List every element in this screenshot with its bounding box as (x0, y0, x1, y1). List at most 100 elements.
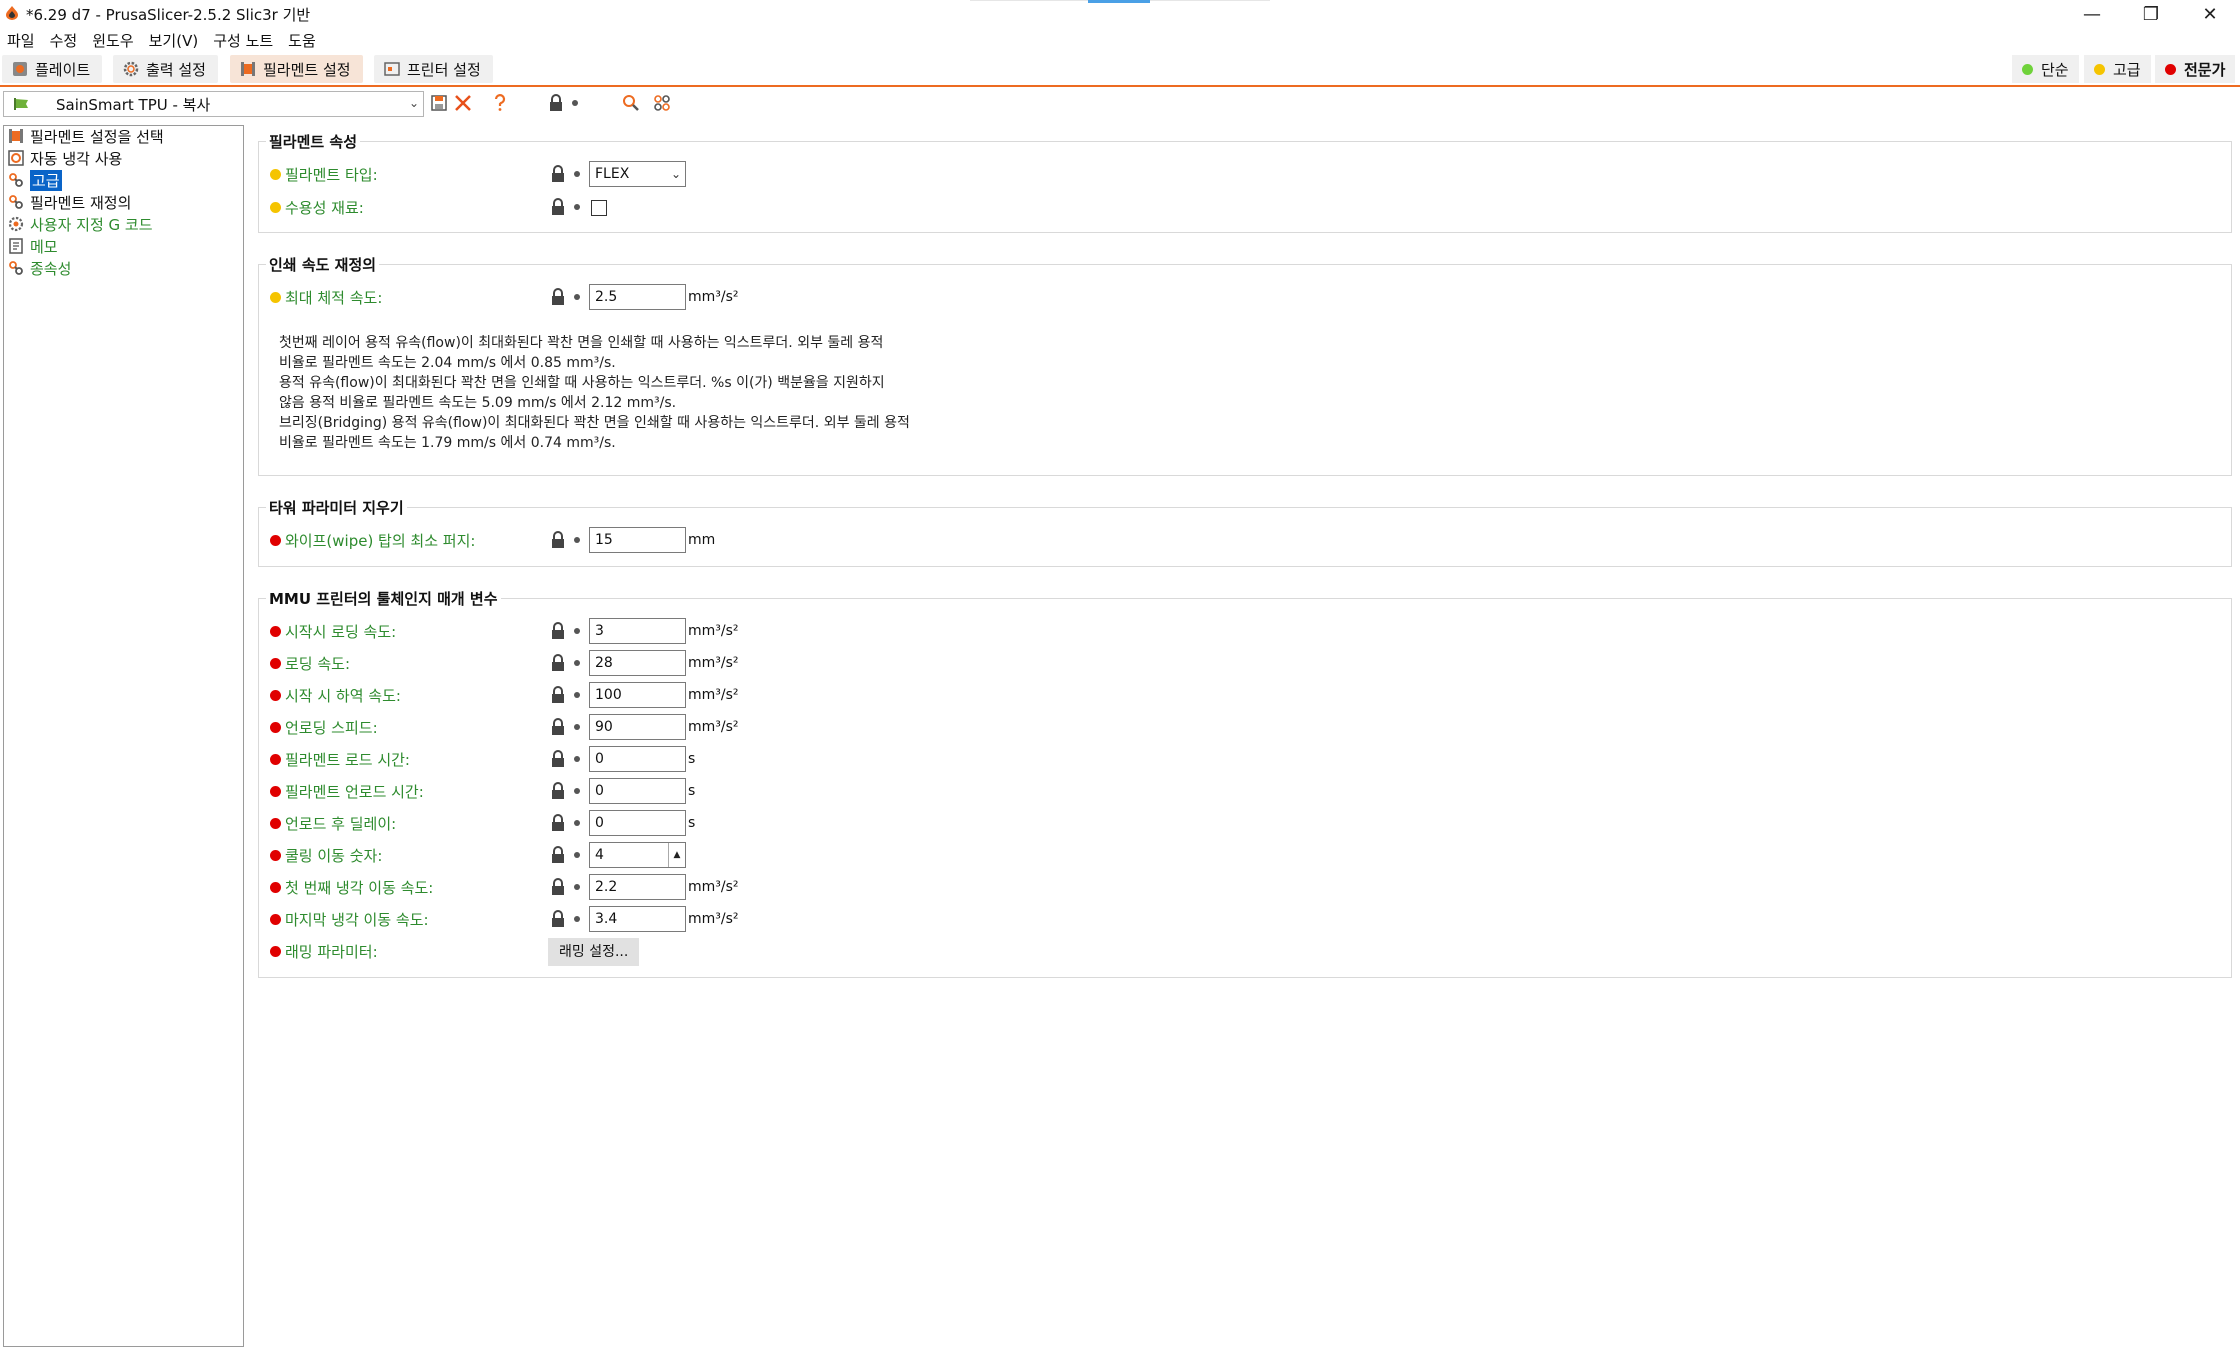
lock-icon[interactable] (550, 814, 566, 832)
tree-item-filament[interactable]: 필라멘트 설정을 선택 (8, 126, 164, 146)
option-label: 필라멘트 언로드 시간: (285, 782, 424, 801)
tree-item-label: 종속성 (30, 259, 72, 278)
delete-icon (455, 95, 471, 111)
lock-icon[interactable] (550, 622, 566, 640)
system-value-dot[interactable] (574, 294, 580, 300)
loading-speed-input[interactable]: 28 (589, 650, 686, 676)
lock-icon[interactable] (550, 782, 566, 800)
tree-item-filament-overrides[interactable]: 필라멘트 재정의 (8, 192, 131, 212)
mode-simple-dot (2022, 63, 2033, 75)
system-value-dot[interactable] (574, 537, 580, 543)
spool-icon (241, 62, 255, 76)
lock-icon[interactable] (550, 910, 566, 928)
unload-time-input[interactable]: 0 (589, 778, 686, 804)
lock-icon[interactable] (550, 846, 566, 864)
load-time-input[interactable]: 0 (589, 746, 686, 772)
preset-name: SainSmart TPU - 복사 (56, 95, 211, 114)
final-cooling-speed-input[interactable]: 3.4 (589, 906, 686, 932)
question-icon (494, 94, 506, 111)
lock-icon[interactable] (550, 718, 566, 736)
option-label: 언로드 후 딜레이: (285, 814, 397, 833)
system-value-dot[interactable] (574, 788, 580, 794)
lock-icon[interactable] (550, 878, 566, 896)
tab-print-settings[interactable]: 출력 설정 (113, 55, 218, 83)
field-value: 100 (595, 687, 622, 703)
filament-type-select[interactable]: FLEX ⌄ (589, 161, 686, 187)
soluble-checkbox[interactable] (591, 200, 607, 216)
tree-item-custom-gcode[interactable]: 사용자 지정 G 코드 (8, 214, 153, 234)
unloading-speed-input[interactable]: 90 (589, 714, 686, 740)
search-button[interactable] (620, 92, 642, 114)
tab-filament-settings[interactable]: 필라멘트 설정 (230, 55, 363, 83)
lock-icon[interactable] (550, 198, 566, 216)
field-value: 3.4 (595, 911, 618, 927)
lock-icon[interactable] (550, 165, 566, 183)
system-value-dot-button[interactable] (564, 92, 586, 114)
system-value-dot[interactable] (574, 724, 580, 730)
tab-plater[interactable]: 플레이트 (2, 55, 103, 83)
unit-label: mm³/s² (688, 623, 739, 639)
lock-icon[interactable] (550, 750, 566, 768)
system-value-dot[interactable] (574, 171, 580, 177)
menu-edit[interactable]: 수정 (43, 28, 86, 52)
help-button[interactable] (489, 92, 511, 114)
lock-icon[interactable] (550, 686, 566, 704)
system-value-dot[interactable] (574, 204, 580, 210)
maximize-button[interactable]: ❐ (2122, 0, 2180, 28)
tree-item-notes[interactable]: 메모 (8, 236, 58, 256)
lock-icon[interactable] (550, 531, 566, 549)
mode-expert-label: 전문가 (2184, 60, 2226, 79)
mode-expert-button[interactable]: 전문가 (2155, 55, 2236, 83)
menu-view[interactable]: 보기(V) (142, 28, 207, 52)
delete-preset-button[interactable] (452, 92, 474, 114)
save-preset-button[interactable] (428, 92, 450, 114)
loading-speed-start-input[interactable]: 3 (589, 618, 686, 644)
spool-icon (9, 129, 23, 143)
option-label: 마지막 냉각 이동 속도: (285, 910, 429, 929)
max-volumetric-speed-input[interactable]: 2.5 (589, 284, 686, 310)
min-purge-input[interactable]: 15 (589, 527, 686, 553)
menu-file[interactable]: 파일 (0, 28, 43, 52)
lock-icon[interactable] (550, 288, 566, 306)
system-value-dot[interactable] (574, 916, 580, 922)
preset-combo[interactable]: SainSmart TPU - 복사 ⌄ (3, 91, 424, 117)
minimize-button[interactable]: — (2063, 0, 2121, 28)
system-value-dot[interactable] (574, 692, 580, 698)
option-max-volumetric-speed: 최대 체적 속도: (270, 284, 382, 310)
system-value-dot[interactable] (574, 660, 580, 666)
menu-help[interactable]: 도움 (281, 28, 324, 52)
close-button[interactable]: ✕ (2181, 0, 2239, 28)
first-cooling-speed-input[interactable]: 2.2 (589, 874, 686, 900)
mode-advanced-button[interactable]: 고급 (2084, 55, 2151, 83)
unloading-speed-start-input[interactable]: 100 (589, 682, 686, 708)
tree-item-dependencies[interactable]: 종속성 (8, 258, 71, 278)
system-value-dot[interactable] (574, 756, 580, 762)
ramming-settings-button[interactable]: 래밍 설정... (548, 938, 640, 966)
system-value-dot[interactable] (574, 628, 580, 634)
expert-mode-dot (270, 913, 281, 925)
unit-label: mm³/s² (688, 879, 739, 895)
system-value-dot[interactable] (574, 820, 580, 826)
search-icon (623, 95, 639, 111)
max-volumetric-speed-value: 2.5 (595, 289, 618, 305)
mode-simple-label: 단순 (2041, 60, 2069, 79)
mode-simple-button[interactable]: 단순 (2012, 55, 2079, 83)
menu-window[interactable]: 윈도우 (85, 28, 141, 52)
lock-icon[interactable] (550, 654, 566, 672)
tree-item-cooling[interactable]: 자동 냉각 사용 (8, 148, 122, 168)
tab-printer-settings[interactable]: 프린터 설정 (374, 55, 493, 83)
system-value-dot[interactable] (574, 884, 580, 890)
save-icon (431, 95, 447, 111)
spin-up-icon[interactable]: ▲ (669, 843, 685, 867)
field-value: 2.2 (595, 879, 618, 895)
system-value-dot[interactable] (574, 852, 580, 858)
cooling-moves-spinner[interactable]: 4 ▲ ▼ (589, 842, 686, 884)
tree-item-advanced[interactable]: 고급 (8, 169, 62, 191)
description-line: 첫번째 레이어 용적 유속(flow)이 최대화된다 꽉찬 면을 인쇄할 때 사… (279, 335, 884, 351)
field-value: 4 (595, 847, 604, 863)
compare-presets-button[interactable] (651, 92, 673, 114)
tree-item-label: 필라멘트 설정을 선택 (30, 127, 164, 146)
menu-configuration[interactable]: 구성 노트 (206, 28, 281, 52)
delay-after-unload-input[interactable]: 0 (589, 810, 686, 836)
option-unload-time: 필라멘트 언로드 시간: (270, 778, 424, 804)
